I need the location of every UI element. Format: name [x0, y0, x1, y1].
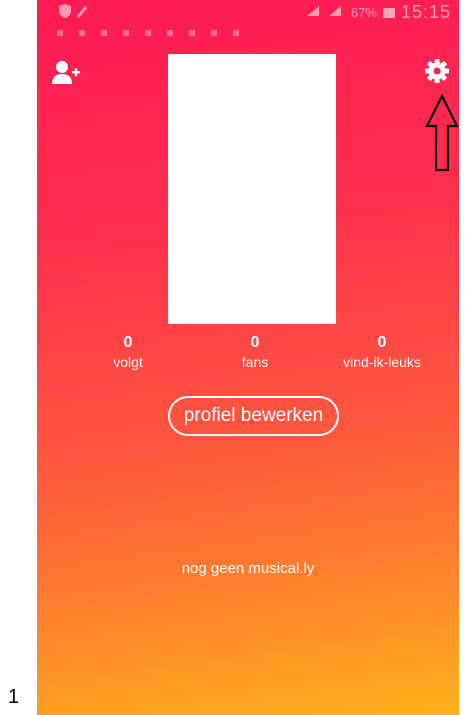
- profile-photo[interactable]: [168, 54, 336, 324]
- stat-label: volgt: [113, 354, 143, 370]
- stat-label: fans: [241, 354, 269, 370]
- stat-fans[interactable]: 0 fans: [195, 333, 315, 371]
- page-number: 1: [8, 686, 20, 708]
- status-bar: 67% 15:15: [37, 0, 459, 36]
- arrow-up-icon: [425, 93, 459, 172]
- gear-icon[interactable]: [424, 58, 450, 84]
- stat-following[interactable]: 0 volgt: [68, 333, 188, 371]
- battery-icon: [382, 7, 395, 18]
- stat-value: 0: [123, 334, 133, 351]
- add-user-icon[interactable]: [52, 60, 82, 86]
- stat-value: 0: [250, 334, 260, 351]
- battery-percent: 67%: [350, 5, 377, 20]
- signal-icon: [305, 4, 345, 21]
- stat-value: 0: [377, 334, 387, 351]
- shield-icon: [57, 4, 87, 21]
- empty-feed-message: nog geen musical.ly: [181, 560, 315, 577]
- notification-strip: [57, 30, 247, 36]
- stat-likes[interactable]: 0 vind-ik-leuks: [322, 333, 442, 371]
- clock: 15:15: [400, 2, 451, 22]
- edit-profile-button[interactable]: profiel bewerken: [168, 396, 339, 436]
- stat-label: vind-ik-leuks: [343, 354, 421, 370]
- app-screen: 67% 15:15 0 volgt 0 fans 0 vind-ik-leuks…: [37, 0, 459, 715]
